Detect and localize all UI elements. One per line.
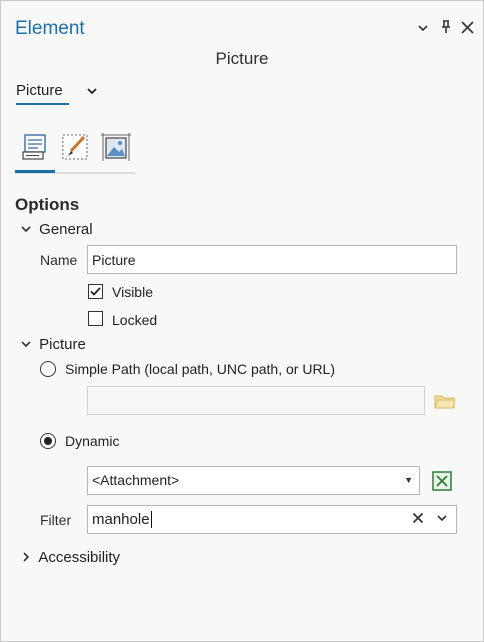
dropdown-caret-icon: ▼ (404, 475, 413, 485)
attachment-value: <Attachment> (92, 472, 180, 488)
element-type-title: Picture (215, 49, 269, 68)
filter-value: manhole (92, 511, 150, 528)
name-label: Name (40, 252, 78, 268)
locked-checkbox[interactable] (88, 311, 103, 326)
filter-dropdown-button[interactable] (436, 506, 448, 533)
close-button[interactable] (461, 21, 474, 39)
tab-active-indicator (15, 170, 55, 173)
chevron-down-icon (21, 221, 35, 238)
element-selector-underline (16, 103, 69, 105)
accessibility-group-toggle[interactable]: Accessibility (21, 549, 120, 566)
excel-expression-icon (432, 471, 452, 491)
symbol-brush-icon (62, 134, 88, 160)
accessibility-group-label: Accessibility (38, 549, 121, 566)
dynamic-label: Dynamic (65, 433, 120, 449)
chevron-down-icon (87, 88, 97, 95)
close-icon (412, 512, 424, 524)
chevron-down-icon (418, 25, 428, 32)
pin-icon (442, 20, 450, 33)
checkmark-icon (90, 287, 101, 296)
tab-symbol[interactable] (60, 132, 90, 162)
visible-label: Visible (112, 284, 153, 300)
attachment-dropdown[interactable]: <Attachment> ▼ (87, 466, 420, 495)
general-group-label: General (39, 221, 93, 238)
chevron-down-icon (21, 336, 35, 353)
browse-folder-button[interactable] (434, 393, 456, 414)
filter-label: Filter (40, 512, 72, 528)
general-group-toggle[interactable]: General (21, 221, 93, 238)
options-list-icon (22, 134, 46, 160)
dynamic-radio[interactable] (40, 433, 56, 449)
pane-menu-button[interactable] (417, 21, 429, 39)
clear-filter-button[interactable] (412, 506, 424, 533)
pane-title: Element (15, 18, 85, 39)
simple-path-label: Simple Path (local path, UNC path, or UR… (65, 361, 335, 377)
picture-group-toggle[interactable]: Picture (21, 336, 86, 353)
path-input[interactable] (87, 386, 425, 415)
pin-button[interactable] (440, 20, 452, 39)
locked-label: Locked (112, 312, 158, 328)
options-heading: Options (15, 195, 80, 214)
element-selector[interactable]: Picture (16, 82, 63, 99)
tab-options[interactable] (20, 132, 50, 162)
simple-path-radio[interactable] (40, 361, 56, 377)
chevron-right-icon (21, 549, 35, 566)
chevron-down-icon (437, 515, 447, 522)
element-pane (0, 0, 484, 642)
display-picture-icon (101, 133, 131, 161)
filter-input[interactable]: manhole (87, 505, 457, 534)
radio-selected-dot (44, 437, 52, 445)
name-input[interactable] (87, 245, 457, 274)
expression-builder-button[interactable] (432, 471, 452, 496)
close-icon (461, 21, 474, 34)
picture-group-label: Picture (39, 336, 86, 353)
tab-display[interactable] (100, 132, 131, 162)
element-selector-dropdown[interactable] (86, 84, 98, 102)
visible-checkbox[interactable] (88, 284, 103, 299)
folder-icon (434, 395, 456, 409)
